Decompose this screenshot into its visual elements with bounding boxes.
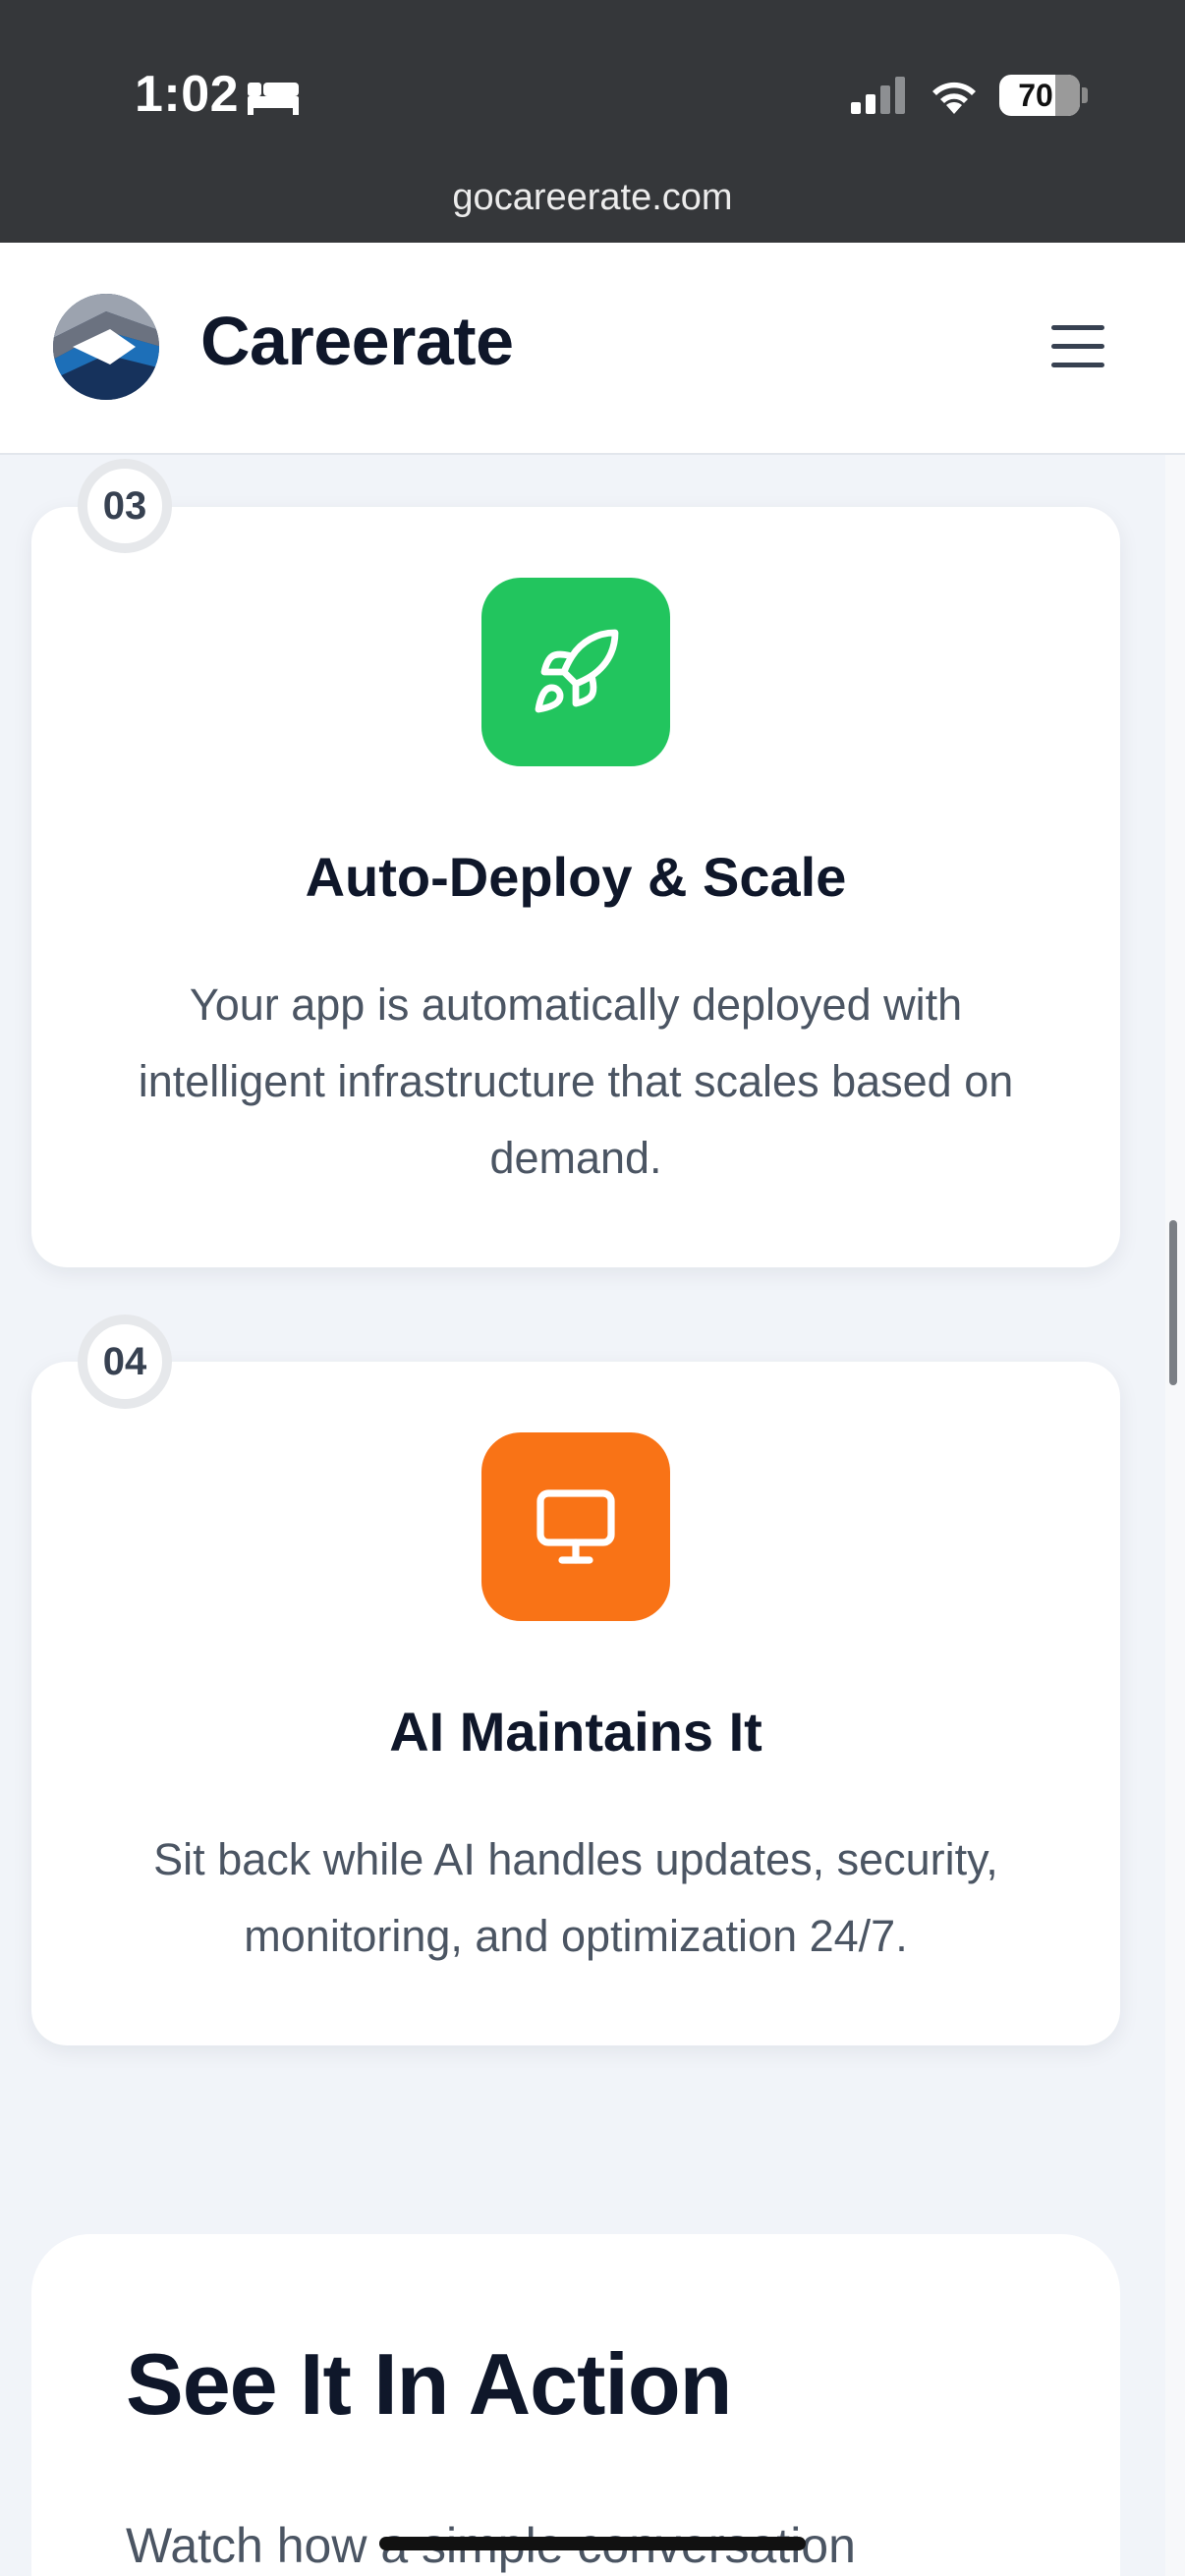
hamburger-menu-icon[interactable] — [1049, 321, 1106, 372]
step-title: AI Maintains It — [389, 1701, 762, 1763]
status-bar: 1:02 70 gocareerate.com — [0, 0, 1185, 243]
url-bar[interactable]: gocareerate.com — [0, 177, 1185, 219]
step-card-auto-deploy: Auto-Deploy & Scale Your app is automati… — [31, 507, 1120, 1267]
home-indicator[interactable] — [379, 2537, 806, 2550]
monitor-icon — [536, 1489, 615, 1564]
step-number-badge: 04 — [78, 1315, 172, 1409]
brand-name[interactable]: Careerate — [200, 302, 514, 380]
step-card-ai-maintains: AI Maintains It Sit back while AI handle… — [31, 1362, 1120, 2045]
cellular-signal-icon — [851, 77, 905, 114]
careerate-logo[interactable] — [51, 292, 161, 402]
wifi-icon — [932, 82, 976, 114]
bed-icon — [248, 83, 299, 115]
scroll-track — [1165, 455, 1185, 2576]
status-time: 1:02 — [135, 66, 240, 123]
section-title: See It In Action — [126, 2335, 732, 2433]
step-title: Auto-Deploy & Scale — [305, 846, 847, 908]
step-number-badge: 03 — [78, 459, 172, 553]
battery-level: 70 — [1018, 77, 1053, 113]
rocket-icon — [535, 629, 619, 713]
scrollbar-thumb[interactable] — [1169, 1220, 1177, 1385]
step-description: Your app is automatically deployed with … — [138, 980, 1014, 1183]
site-header: Careerate — [0, 243, 1185, 455]
step-description: Sit back while AI handles updates, secur… — [153, 1834, 998, 1961]
battery-icon: 70 — [999, 75, 1080, 116]
step-icon-box — [481, 1432, 670, 1621]
step-icon-box — [481, 578, 670, 766]
